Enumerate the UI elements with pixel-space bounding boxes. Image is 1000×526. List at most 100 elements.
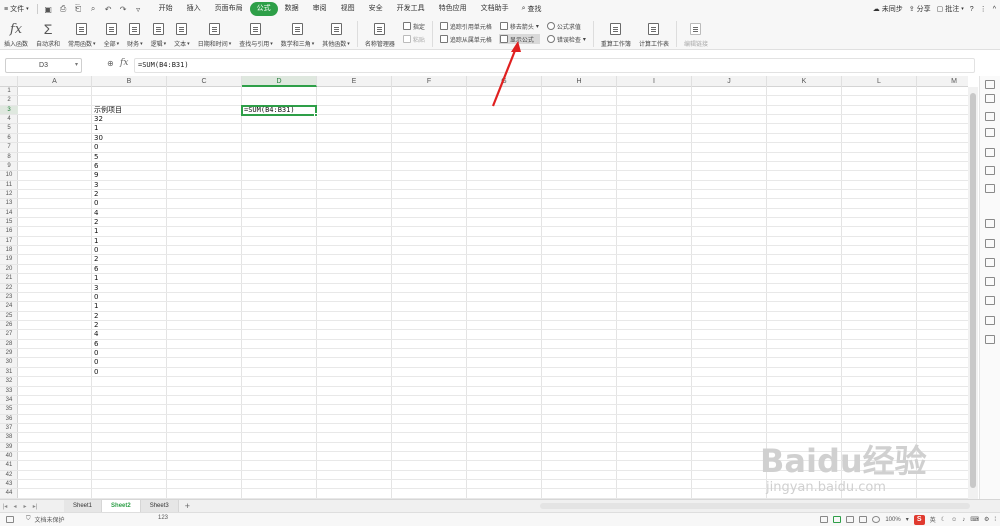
eye-protection-icon[interactable]: [872, 516, 881, 523]
row-header[interactable]: 8: [0, 153, 18, 162]
sheet-tab-sheet1[interactable]: Sheet1: [64, 500, 103, 512]
date-time-functions-button[interactable]: 日期和时间 ▾: [194, 18, 236, 50]
row-header[interactable]: 43: [0, 480, 18, 490]
apps-icon[interactable]: ⁞: [994, 517, 996, 523]
wps-ime-icon[interactable]: S: [913, 514, 925, 525]
backup-icon[interactable]: [985, 219, 995, 228]
tab-1[interactable]: 插入: [180, 2, 208, 16]
prev-sheet-icon[interactable]: ◂: [10, 503, 20, 510]
lookup-reference-functions-button[interactable]: 查找与引用 ▾: [235, 18, 277, 50]
row-header[interactable]: 4: [0, 115, 18, 125]
cell-b16[interactable]: 1: [94, 227, 98, 236]
column-header-d[interactable]: D: [242, 76, 317, 87]
chart-icon[interactable]: [985, 148, 995, 157]
column-header-f[interactable]: F: [392, 76, 467, 87]
customize-quick-access-icon[interactable]: ▿: [134, 5, 143, 14]
column-header-i[interactable]: I: [617, 76, 692, 87]
cell-b3[interactable]: 示例项目: [94, 106, 122, 115]
trace-dependents-button[interactable]: 追踪从属单元格: [439, 34, 493, 44]
row-header[interactable]: 44: [0, 489, 18, 499]
help-icon[interactable]: ?: [970, 6, 974, 13]
tab-10[interactable]: 文档助手: [474, 2, 516, 16]
name-manager-button[interactable]: 名称管理器: [361, 18, 399, 50]
tab-3[interactable]: 公式: [249, 2, 278, 16]
row-header[interactable]: 32: [0, 377, 18, 387]
cell-b22[interactable]: 3: [94, 284, 98, 293]
fill-handle[interactable]: [314, 113, 318, 118]
next-sheet-icon[interactable]: ▸: [20, 503, 30, 510]
page-break-view-icon[interactable]: [846, 516, 855, 523]
style-icon[interactable]: [985, 94, 995, 103]
column-header-c[interactable]: C: [167, 76, 242, 87]
cell-b8[interactable]: 5: [94, 153, 98, 162]
export-pdf-icon[interactable]: ⎙: [59, 4, 68, 14]
print-preview-icon[interactable]: ⌕: [89, 4, 98, 14]
property-icon[interactable]: [985, 258, 995, 267]
cell-b7[interactable]: 0: [94, 143, 98, 152]
cell-b31[interactable]: 0: [94, 368, 98, 377]
normal-view-icon[interactable]: [820, 516, 829, 523]
active-cell-d3[interactable]: =SUM(B4:B31): [241, 104, 318, 118]
column-header-a[interactable]: A: [18, 76, 92, 87]
row-header[interactable]: 6: [0, 134, 18, 144]
settings-icon[interactable]: ⚙: [984, 516, 989, 523]
tab-2[interactable]: 页面布局: [208, 2, 250, 16]
edit-links-button[interactable]: 编辑链接: [680, 18, 712, 50]
row-header[interactable]: 25: [0, 312, 18, 321]
calculate-sheet-button[interactable]: 计算工作表: [635, 18, 673, 50]
zoom-level[interactable]: 100%: [885, 517, 900, 523]
cell-b24[interactable]: 1: [94, 302, 98, 311]
paste-name-button[interactable]: 粘贴: [402, 34, 426, 44]
cell-b19[interactable]: 2: [94, 255, 98, 264]
text-functions-button[interactable]: 文本 ▾: [170, 18, 194, 50]
emoji-icon[interactable]: ☺: [951, 517, 957, 523]
cell-b12[interactable]: 2: [94, 190, 98, 199]
row-header[interactable]: 23: [0, 293, 18, 303]
image-icon[interactable]: [985, 277, 995, 286]
ime-mode[interactable]: 英: [930, 515, 936, 524]
cell-b15[interactable]: 2: [94, 218, 98, 227]
cell-b21[interactable]: 1: [94, 274, 98, 283]
row-header[interactable]: 40: [0, 452, 18, 462]
row-header[interactable]: 37: [0, 424, 18, 434]
horizontal-scrollbar[interactable]: [540, 503, 970, 509]
vertical-scroll-thumb[interactable]: [970, 93, 976, 488]
cell-b17[interactable]: 1: [94, 237, 98, 246]
column-header-l[interactable]: L: [842, 76, 917, 87]
define-name-button[interactable]: 指定: [402, 21, 426, 31]
tab-4[interactable]: 数据: [278, 2, 306, 16]
formula-input[interactable]: =SUM(B4:B31): [134, 58, 975, 73]
row-header[interactable]: 28: [0, 340, 18, 350]
row-header[interactable]: 42: [0, 471, 18, 481]
row-header[interactable]: 16: [0, 227, 18, 237]
sheet-tab-sheet2[interactable]: Sheet2: [102, 500, 141, 512]
column-header-m[interactable]: M: [917, 76, 968, 87]
fx-icon[interactable]: fx: [120, 58, 128, 68]
cell-b10[interactable]: 9: [94, 171, 98, 180]
row-header[interactable]: 29: [0, 349, 18, 359]
error-checking-button[interactable]: 错误检查 ▾: [546, 34, 587, 44]
cell-b14[interactable]: 4: [94, 209, 98, 218]
row-header[interactable]: 18: [0, 246, 18, 256]
cell-b29[interactable]: 0: [94, 349, 98, 358]
sheet-tab-sheet3[interactable]: Sheet3: [140, 500, 179, 512]
cell-b9[interactable]: 6: [94, 162, 98, 171]
financial-functions-button[interactable]: 财务 ▾: [123, 18, 147, 50]
column-header-k[interactable]: K: [767, 76, 842, 87]
row-header[interactable]: 26: [0, 321, 18, 331]
row-header[interactable]: 2: [0, 96, 18, 106]
row-header[interactable]: 7: [0, 143, 18, 153]
tools-icon[interactable]: [985, 184, 995, 193]
row-header[interactable]: 9: [0, 162, 18, 172]
row-header[interactable]: 20: [0, 265, 18, 275]
row-header[interactable]: 34: [0, 396, 18, 406]
row-header[interactable]: 5: [0, 124, 18, 134]
tab-9[interactable]: 特色应用: [432, 2, 474, 16]
remove-arrows-button[interactable]: 移去箭头 ▾: [499, 21, 540, 31]
row-header[interactable]: 33: [0, 387, 18, 396]
other-functions-button[interactable]: 其他函数 ▾: [318, 18, 354, 50]
microphone-icon[interactable]: ♪: [962, 517, 965, 523]
column-header-e[interactable]: E: [317, 76, 392, 87]
row-header[interactable]: 1: [0, 87, 18, 97]
select-icon[interactable]: [985, 80, 995, 89]
